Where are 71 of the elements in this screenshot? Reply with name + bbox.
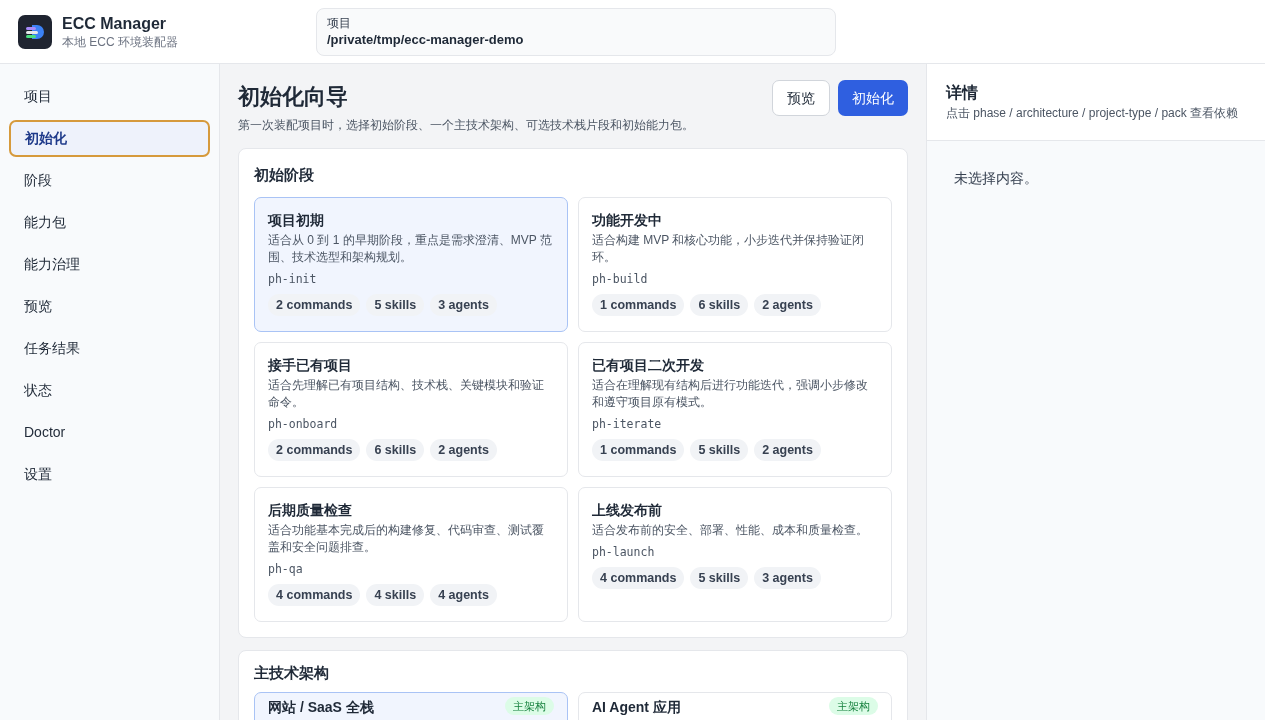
empty-message: 未选择内容。 (953, 169, 1039, 188)
phase-name: 接手已有项目 (268, 355, 353, 375)
phase-card[interactable]: 接手已有项目 适合先理解已有项目结构、技术栈、关键模块和验证命令。 ph-onboard 2 commands 6 skills 2 agents (254, 341, 568, 477)
count-tag: 2 agents (754, 293, 821, 316)
count-tag: 1 commands (592, 293, 685, 316)
app-title: ECC Manager (62, 13, 168, 34)
project-path-field[interactable]: 项目 /private/tmp/ecc-manager-demo (316, 7, 836, 56)
phase-id: ph-build (592, 270, 649, 288)
phase-id: ph-qa (268, 560, 304, 578)
architecture-badge: 主架构 (505, 697, 554, 715)
phase-description: 适合先理解已有项目结构、技术栈、关键模块和验证命令。 (268, 376, 545, 411)
phase-description: 适合功能基本完成后的构建修复、代码审查、测试覆盖和安全问题排查。 (268, 521, 545, 556)
phase-id: ph-iterate (592, 415, 663, 433)
count-tag: 6 skills (690, 293, 749, 316)
sidebar-item[interactable]: 任务结果 (9, 330, 210, 367)
sidebar-item[interactable]: Doctor (9, 414, 210, 451)
phase-name: 项目初期 (268, 210, 325, 230)
sidebar-item[interactable]: 项目 (9, 78, 210, 115)
architecture-name: 网站 / SaaS 全栈 (268, 698, 374, 717)
phase-name: 功能开发中 (592, 210, 663, 230)
phase-id: ph-init (268, 270, 318, 288)
sidebar-item[interactable]: 状态 (9, 372, 210, 409)
count-tag: 2 agents (430, 438, 497, 461)
count-tag: 4 commands (268, 583, 361, 606)
count-tag: 3 agents (430, 293, 497, 316)
count-tag: 6 skills (366, 438, 425, 461)
details-hint: 点击 phase / architecture / project-type / pack 查看依赖 (946, 105, 1240, 122)
section-title: 主技术架构 (254, 662, 330, 683)
phase-description: 适合在理解现有结构后进行功能迭代，强调小步修改和遵守项目原有模式。 (592, 376, 869, 411)
count-tag: 5 skills (690, 566, 749, 589)
app-subtitle: 本地 ECC 环境装配器 (62, 33, 178, 50)
architecture-name: AI Agent 应用 (592, 698, 681, 717)
sidebar-item[interactable]: 预览 (9, 288, 210, 325)
phase-card[interactable]: 已有项目二次开发 适合在理解现有结构后进行功能迭代，强调小步修改和遵守项目原有模式。 ph-iterate 1 commands 5 skills 2 agents (578, 341, 892, 477)
section-title: 初始阶段 (254, 165, 315, 185)
count-tag: 5 skills (366, 293, 425, 316)
page-description: 第一次装配项目时，选择初始阶段、一个主技术架构、可选技术栈片段和初始能力包。 (238, 117, 694, 134)
phase-card[interactable]: 后期质量检查 适合功能基本完成后的构建修复、代码审查、测试覆盖和安全问题排查。 ph-qa 4 commands 4 skills 4 agents (254, 486, 568, 622)
architecture-card[interactable]: AI Agent 应用 主架构 (578, 692, 892, 720)
architecture-badge: 主架构 (829, 697, 878, 715)
sidebar-item[interactable]: 能力治理 (9, 246, 210, 283)
phase-card[interactable]: 功能开发中 适合构建 MVP 和核心功能，小步迭代并保持验证闭环。 ph-build 1 commands 6 skills 2 agents (578, 196, 892, 332)
phase-name: 后期质量检查 (268, 500, 353, 520)
count-tag: 4 agents (430, 583, 497, 606)
details-title: 详情 (946, 83, 979, 103)
sidebar-item[interactable]: 设置 (9, 456, 210, 493)
phase-description: 适合从 0 到 1 的早期阶段，重点是需求澄清、MVP 范围、技术选型和架构规划。 (268, 231, 553, 266)
phase-name: 上线发布前 (592, 500, 663, 520)
phase-id: ph-onboard (268, 415, 339, 433)
init-button[interactable]: 初始化 (838, 80, 908, 116)
app-logo-icon (18, 14, 52, 49)
sidebar-item[interactable]: 阶段 (9, 162, 210, 199)
phase-name: 已有项目二次开发 (592, 355, 705, 375)
page-title: 初始化向导 (238, 83, 349, 111)
preview-button[interactable]: 预览 (772, 80, 830, 116)
phase-card[interactable]: 上线发布前 适合发布前的安全、部署、性能、成本和质量检查。 ph-launch 4 commands 5 skills 3 agents (578, 486, 892, 622)
count-tag: 4 skills (366, 583, 425, 606)
count-tag: 2 commands (268, 293, 361, 316)
phase-description: 适合发布前的安全、部署、性能、成本和质量检查。 (592, 521, 869, 539)
count-tag: 4 commands (592, 566, 685, 589)
phase-card[interactable]: 项目初期 适合从 0 到 1 的早期阶段，重点是需求澄清、MVP 范围、技术选型和架构规划。 ph-init 2 commands 5 skills 3 agents (254, 196, 568, 332)
phase-description: 适合构建 MVP 和核心功能，小步迭代并保持验证闭环。 (592, 231, 866, 266)
architecture-card[interactable]: 网站 / SaaS 全栈 主架构 (254, 692, 568, 720)
count-tag: 3 agents (754, 566, 821, 589)
count-tag: 2 agents (754, 438, 821, 461)
count-tag: 1 commands (592, 438, 685, 461)
sidebar-item[interactable]: 初始化 (9, 120, 210, 157)
count-tag: 5 skills (690, 438, 749, 461)
count-tag: 2 commands (268, 438, 361, 461)
phase-id: ph-launch (592, 543, 656, 561)
sidebar-item[interactable]: 能力包 (9, 204, 210, 241)
